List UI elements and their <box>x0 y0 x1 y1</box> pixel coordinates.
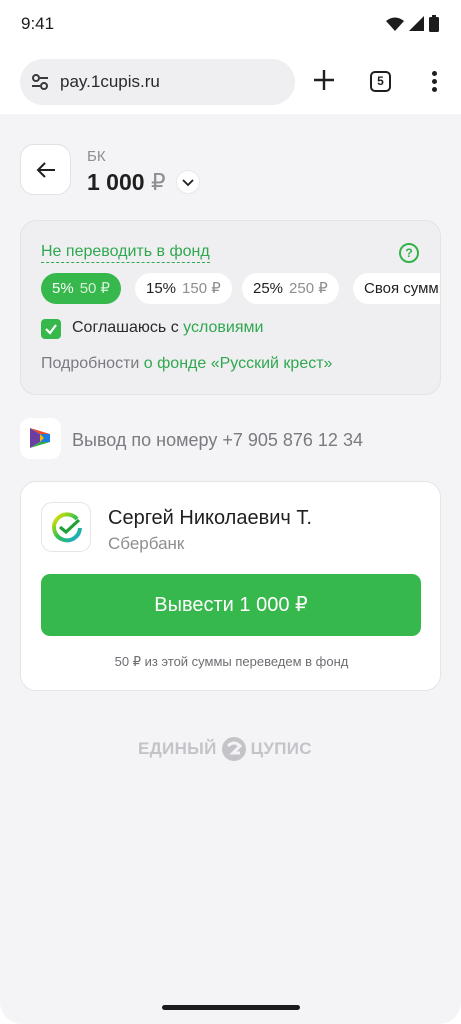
cupis-logo: ЕДИНЫЙ ЦУПИС <box>138 734 328 764</box>
site-settings-icon[interactable] <box>30 72 50 92</box>
checkmark-icon <box>45 324 57 335</box>
recipient-card: Сергей Николаевич Т. Сбербанк Вывести 1 … <box>20 481 441 691</box>
address-bar[interactable]: pay.1cupis.ru <box>20 59 295 105</box>
details-prefix: Подробности <box>41 355 144 372</box>
chip-amount: 50 ₽ <box>79 280 111 297</box>
skip-fund-link[interactable]: Не переводить в фонд <box>41 243 210 263</box>
wifi-icon <box>386 17 404 31</box>
wallet-label: БК <box>87 148 106 165</box>
fund-chip-5[interactable]: 5% 50 ₽ <box>41 273 122 304</box>
more-menu-icon[interactable] <box>426 69 444 95</box>
cupis-mark-icon <box>221 737 246 761</box>
amount-value: 1 000 ₽ <box>87 169 166 196</box>
chip-percent: 5% <box>52 280 74 297</box>
agree-prefix: Соглашаюсь с <box>72 319 184 336</box>
fund-donation-card: Не переводить в фонд ? 5% 50 ₽ 15% 150 ₽ 2… <box>20 220 441 395</box>
recipient-name: Сергей Николаевич Т. <box>108 507 312 529</box>
logo-left-word: ЕДИНЫЙ <box>138 739 217 758</box>
status-icons <box>386 15 439 32</box>
amount-number: 1 000 <box>87 169 145 195</box>
fund-chip-25[interactable]: 25% 250 ₽ <box>242 273 339 304</box>
chevron-down-icon <box>182 179 194 187</box>
chip-percent: Своя сумм <box>364 280 439 297</box>
fund-note: 50 ₽ из этой суммы переведем в фонд <box>114 654 349 669</box>
home-indicator[interactable] <box>162 1005 300 1010</box>
fund-amount-chips: 5% 50 ₽ 15% 150 ₽ 25% 250 ₽ Своя сумм <box>41 273 440 305</box>
withdraw-method-text: Вывод по номеру +7 905 876 12 34 <box>72 430 363 450</box>
new-tab-icon[interactable] <box>310 66 338 94</box>
bank-logo <box>41 502 91 552</box>
withdraw-button[interactable]: Вывести 1 000 ₽ <box>41 574 421 636</box>
page-content: БК 1 000 ₽ Не переводить в фонд ? 5% 50 ₽… <box>0 114 461 1024</box>
sbp-icon <box>30 428 50 448</box>
status-bar: 9:41 <box>0 0 461 52</box>
status-time: 9:41 <box>21 14 55 33</box>
sberbank-logo-icon <box>52 512 82 543</box>
amount-dropdown-button[interactable] <box>176 170 200 194</box>
agree-label: Соглашаюсь с условиями <box>72 319 263 337</box>
battery-icon <box>429 15 439 32</box>
terms-link[interactable]: условиями <box>183 319 263 336</box>
amount-currency: ₽ <box>150 169 166 195</box>
chip-amount: 150 ₽ <box>182 280 221 297</box>
sbp-logo <box>20 418 61 459</box>
fund-chip-custom[interactable]: Своя сумм <box>353 273 440 304</box>
chip-amount: 250 ₽ <box>289 280 328 297</box>
agree-checkbox[interactable] <box>41 319 61 339</box>
bank-name: Сбербанк <box>108 534 185 553</box>
chip-percent: 25% <box>253 280 284 297</box>
back-button[interactable] <box>20 144 71 195</box>
tab-switcher-button[interactable]: 5 <box>370 71 391 92</box>
fund-info-link[interactable]: о фонде «Русский крест» <box>144 355 333 372</box>
fund-details: Подробности о фонде «Русский крест» <box>41 355 332 373</box>
logo-right-word: ЦУПИС <box>250 739 312 758</box>
url-text: pay.1cupis.ru <box>60 72 160 91</box>
signal-icon <box>409 16 424 31</box>
arrow-left-icon <box>36 162 55 178</box>
browser-toolbar: pay.1cupis.ru 5 <box>0 52 461 114</box>
fund-chip-15[interactable]: 15% 150 ₽ <box>135 273 232 304</box>
help-icon[interactable]: ? <box>399 243 419 263</box>
chip-percent: 15% <box>146 280 177 297</box>
